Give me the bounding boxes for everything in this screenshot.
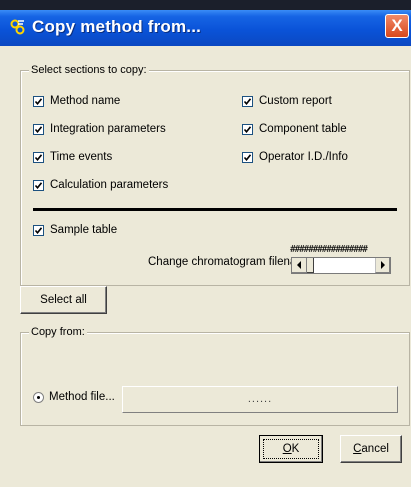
scroll-thumb[interactable]	[307, 258, 314, 273]
cancel-label-rest: ancel	[361, 443, 389, 455]
checkbox-box[interactable]	[33, 152, 44, 163]
method-file-radio[interactable]	[33, 392, 44, 403]
checkbox-box[interactable]	[33, 180, 44, 191]
checkbox-label: Component table	[259, 123, 347, 135]
method-file-label[interactable]: Method file...	[49, 391, 115, 403]
app-icon	[10, 19, 25, 35]
chromatogram-filename-value: #################	[290, 244, 368, 255]
checkmark-icon	[35, 227, 42, 234]
scroll-left-button[interactable]	[292, 258, 307, 273]
checkmark-icon	[244, 98, 251, 105]
checkmark-icon	[35, 126, 42, 133]
checkbox-box[interactable]	[242, 124, 253, 135]
chromatogram-scrollbar[interactable]	[291, 257, 391, 274]
select-all-button[interactable]: Select all	[20, 286, 107, 314]
close-button[interactable]: X	[385, 14, 409, 38]
checkmark-icon	[35, 98, 42, 105]
checkbox-label: Operator I.D./Info	[259, 151, 348, 163]
checkbox-box[interactable]	[33, 124, 44, 135]
method-file-browse-button[interactable]: ......	[122, 386, 398, 413]
checkbox-label: Sample table	[50, 224, 118, 236]
checkbox-box[interactable]	[242, 96, 253, 107]
select-all-label: Select all	[40, 294, 87, 306]
checkmark-icon	[35, 154, 42, 161]
copy-method-dialog: Copy method from... X Select sections to…	[0, 10, 411, 487]
radio-selected-dot	[37, 396, 40, 399]
checkmark-icon	[244, 154, 251, 161]
checkmark-icon	[35, 182, 42, 189]
checkbox-box[interactable]	[242, 152, 253, 163]
arrow-left-icon	[297, 261, 301, 269]
arrow-right-icon	[380, 261, 385, 269]
checkbox-label: Custom report	[259, 95, 332, 107]
checkbox-label: Integration parameters	[50, 123, 166, 135]
cancel-button[interactable]: Cancel	[340, 435, 402, 463]
checkbox-box[interactable]	[33, 96, 44, 107]
checkbox-label: Time events	[50, 151, 113, 163]
window-title: Copy method from...	[32, 17, 202, 36]
sections-group-legend: Select sections to copy:	[29, 64, 149, 76]
ok-button[interactable]: OK	[259, 435, 323, 463]
method-file-field-text: ......	[247, 393, 273, 405]
section-divider	[33, 208, 397, 211]
checkbox-label: Calculation parameters	[50, 179, 169, 191]
copy-from-legend: Copy from:	[29, 326, 87, 338]
title-bar[interactable]: Copy method from... X	[0, 10, 411, 46]
checkbox-label: Method name	[50, 95, 121, 107]
scroll-right-button[interactable]	[375, 258, 390, 273]
checkmark-icon	[244, 126, 251, 133]
ok-focus-rect	[263, 439, 319, 459]
close-icon: X	[391, 16, 403, 35]
checkbox-box[interactable]	[33, 225, 44, 236]
